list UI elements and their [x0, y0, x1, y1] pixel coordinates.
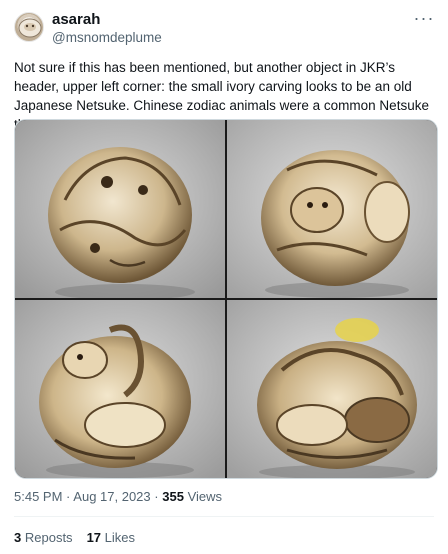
netsuke-carving-photo-icon [15, 120, 225, 298]
tweet-meta: 5:45 PM · Aug 17, 2023 · 355 Views [14, 489, 222, 504]
views-label: Views [187, 489, 223, 504]
photo-2[interactable] [227, 120, 437, 298]
more-options-button[interactable]: ··· [412, 6, 436, 30]
avatar[interactable] [14, 12, 44, 42]
netsuke-carving-photo-icon [227, 120, 437, 298]
meta-separator-2: · [154, 489, 159, 504]
netsuke-carving-photo-icon [227, 300, 437, 478]
reposts-label: Reposts [24, 530, 73, 545]
likes-count: 17 [86, 530, 102, 545]
netsuke-carving-photo-icon [15, 300, 225, 478]
media-grid [14, 119, 438, 479]
photo-3[interactable] [15, 300, 225, 478]
tweet-time[interactable]: 5:45 PM [14, 489, 62, 504]
likes-label: Likes [104, 530, 136, 545]
ellipsis-icon: ··· [413, 8, 435, 28]
photo-4[interactable] [227, 300, 437, 478]
divider [14, 516, 434, 517]
tweet-date[interactable]: Aug 17, 2023 [73, 489, 150, 504]
likes-stat[interactable]: 17 Likes [87, 530, 135, 545]
reposts-count: 3 [14, 530, 22, 545]
tweet-card: asarah @msnomdeplume ··· Not sure if thi… [0, 0, 448, 554]
display-name[interactable]: asarah [52, 11, 100, 28]
user-handle[interactable]: @msnomdeplume [52, 30, 162, 45]
photo-1[interactable] [15, 120, 225, 298]
views-count: 355 [162, 489, 184, 504]
meta-separator: · [66, 489, 71, 504]
avatar-image-icon [18, 18, 42, 38]
engagement-stats: 3 Reposts 17 Likes [14, 530, 135, 545]
reposts-stat[interactable]: 3 Reposts [14, 530, 73, 545]
